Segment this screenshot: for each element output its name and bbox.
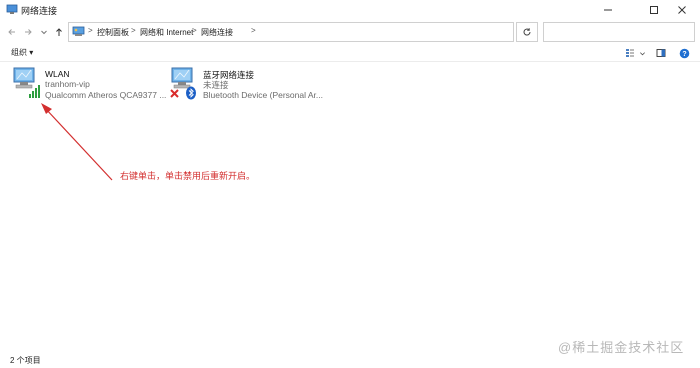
breadcrumb-control-panel[interactable]: 控制面板	[97, 27, 129, 38]
view-options-chevron-down-icon[interactable]	[638, 47, 646, 59]
bluetooth-icon	[186, 86, 196, 100]
disconnected-x-icon	[170, 89, 179, 98]
breadcrumb-separator: >	[131, 26, 136, 35]
connection-name: WLAN	[45, 69, 70, 79]
preview-pane-icon[interactable]	[655, 47, 667, 59]
address-bar[interactable]: > 控制面板 > 网络和 Internet > 网络连接 >	[68, 22, 576, 42]
navigation-bar: > 控制面板 > 网络和 Internet > 网络连接 >	[0, 20, 700, 44]
organize-menu-button[interactable]: 组织 ▾	[11, 47, 33, 58]
arrow-up-icon[interactable]	[51, 23, 67, 41]
breadcrumb-separator: >	[88, 26, 93, 35]
bluetooth-adapter-icon	[170, 67, 196, 100]
network-connections-app-icon	[6, 4, 18, 14]
refresh-icon[interactable]	[516, 22, 538, 42]
connection-item-bluetooth[interactable]: 蓝牙网络连接 未连接 Bluetooth Device (Personal Ar…	[170, 66, 330, 104]
control-panel-icon	[72, 26, 85, 36]
connection-device: Bluetooth Device (Personal Ar...	[203, 90, 324, 100]
breadcrumb-network-internet[interactable]: 网络和 Internet	[140, 27, 193, 38]
arrow-right-icon[interactable]	[20, 23, 36, 41]
command-bar: 组织 ▾ ?	[0, 44, 700, 62]
window-title: 网络连接	[21, 6, 58, 16]
breadcrumb-network-connections[interactable]: 网络连接	[201, 27, 233, 38]
watermark: @稀土掘金技术社区	[558, 340, 685, 355]
connection-network: tranhom-vip	[45, 79, 90, 89]
help-icon[interactable]: ?	[678, 47, 690, 59]
item-count: 2 个项目	[10, 356, 41, 365]
annotation-text: 右键单击，单击禁用后重新开启。	[120, 171, 256, 181]
change-view-icon[interactable]	[624, 47, 636, 59]
search-input[interactable]	[543, 22, 695, 42]
close-icon[interactable]	[664, 0, 700, 20]
connection-device: Qualcomm Atheros QCA9377 ...	[45, 90, 167, 100]
breadcrumb-separator: >	[251, 26, 256, 35]
connection-item-wlan[interactable]: WLAN tranhom-vip Qualcomm Atheros QCA937…	[12, 66, 166, 104]
minimize-icon[interactable]	[590, 0, 626, 20]
title-bar: 网络连接	[0, 0, 700, 20]
breadcrumb-separator: >	[192, 26, 197, 35]
svg-text:?: ?	[682, 51, 686, 58]
arrow-left-icon[interactable]	[4, 23, 20, 41]
chevron-down-icon[interactable]	[36, 23, 52, 41]
wifi-adapter-icon	[13, 67, 40, 98]
